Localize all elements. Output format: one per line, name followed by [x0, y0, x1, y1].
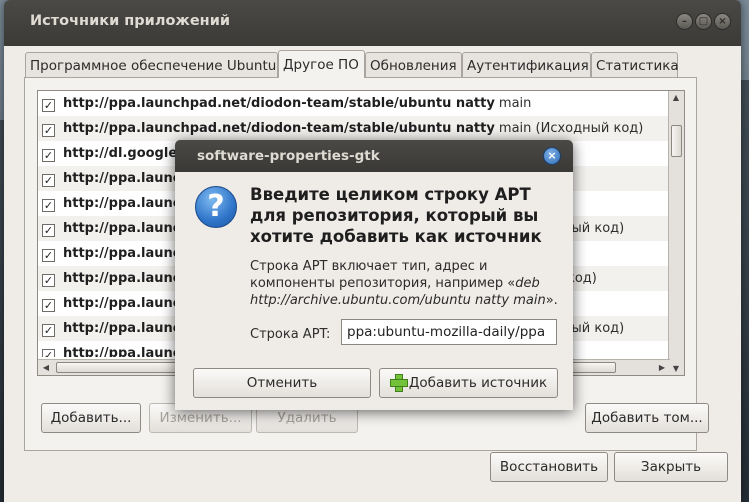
dialog-titlebar[interactable]: software-properties-gtk ×: [175, 140, 573, 172]
source-checkbox[interactable]: ✓: [42, 124, 55, 137]
desc-text: Строка APT включает тип, адрес и компоне…: [250, 259, 516, 291]
source-uri: http://ppa.launchpad.net/diodon-team/sta…: [63, 121, 495, 136]
apt-line-input[interactable]: ppa:ubuntu-mozilla-daily/ppa: [341, 319, 557, 345]
source-components: main (Исходный код): [494, 121, 644, 136]
source-uri: http://ppa.launc: [63, 346, 181, 357]
source-uri: http://dl.google: [63, 146, 178, 161]
source-checkbox[interactable]: ✓: [42, 199, 55, 212]
source-checkbox[interactable]: ✓: [42, 249, 55, 262]
list-item[interactable]: ✓ http://ppa.launchpad.net/diodon-team/st…: [38, 116, 670, 141]
dialog-heading: Введите целиком строку APT для репозитор…: [250, 185, 542, 246]
tab-statistics[interactable]: Статистика: [591, 52, 679, 78]
close-button[interactable]: Закрыть: [614, 452, 728, 482]
dialog-close-icon[interactable]: ×: [543, 147, 561, 165]
source-checkbox[interactable]: ✓: [42, 299, 55, 312]
scroll-right-icon[interactable]: ▶: [655, 363, 669, 372]
source-uri: http://ppa.launc: [63, 221, 181, 236]
close-icon[interactable]: ×: [714, 13, 731, 30]
source-uri: http://ppa.launc: [63, 246, 181, 261]
dialog-description: Строка APT включает тип, адрес и компоне…: [250, 258, 562, 309]
scroll-left-icon[interactable]: ◀: [39, 363, 53, 372]
wallpaper-tree: [741, 80, 749, 502]
vertical-scrollbar[interactable]: ▲ ▼: [668, 91, 684, 375]
add-source-label: Добавить источник: [408, 375, 548, 391]
tab-updates[interactable]: Обновления: [365, 52, 462, 78]
window-titlebar[interactable]: Источники приложений – □ ×: [4, 0, 741, 46]
source-checkbox[interactable]: ✓: [42, 174, 55, 187]
scroll-down-icon[interactable]: ▼: [669, 364, 683, 373]
add-button[interactable]: Добавить...: [41, 403, 141, 433]
question-icon: ?: [195, 186, 237, 228]
add-source-button[interactable]: Добавить источник: [379, 368, 558, 398]
scroll-up-icon[interactable]: ▲: [669, 93, 683, 102]
desc-end: ».: [545, 293, 558, 308]
vertical-scroll-thumb[interactable]: [671, 125, 682, 157]
source-checkbox[interactable]: ✓: [42, 349, 55, 357]
source-uri: http://ppa.launc: [63, 196, 181, 211]
add-volume-button[interactable]: Добавить том...: [585, 403, 709, 433]
source-checkbox[interactable]: ✓: [42, 324, 55, 337]
window-title: Источники приложений: [30, 13, 231, 29]
tab-other-software[interactable]: Другое ПО: [278, 50, 365, 78]
minimize-icon[interactable]: –: [676, 13, 693, 30]
tab-ubuntu-software[interactable]: Программное обеспечение Ubuntu: [25, 52, 278, 78]
maximize-icon[interactable]: □: [695, 13, 712, 30]
source-checkbox[interactable]: ✓: [42, 224, 55, 237]
source-checkbox[interactable]: ✓: [42, 149, 55, 162]
add-source-dialog: software-properties-gtk × ? Введите цели…: [175, 140, 573, 410]
restore-button[interactable]: Восстановить: [490, 452, 608, 482]
tab-authentication[interactable]: Аутентификация: [462, 52, 591, 78]
source-checkbox[interactable]: ✓: [42, 99, 55, 112]
source-uri: http://ppa.launc: [63, 296, 181, 311]
source-uri: http://ppa.launchpad.net/diodon-team/sta…: [63, 96, 495, 111]
source-checkbox[interactable]: ✓: [42, 274, 55, 287]
list-item[interactable]: ✓ http://ppa.launchpad.net/diodon-team/st…: [38, 91, 670, 116]
apt-line-label: Строка APT:: [250, 327, 331, 342]
cancel-button[interactable]: Отменить: [193, 368, 371, 398]
add-plus-icon: [389, 374, 408, 392]
dialog-title: software-properties-gtk: [197, 148, 380, 164]
source-uri: http://ppa.launc: [63, 271, 181, 286]
dialog-body: ? Введите целиком строку APT для репозит…: [175, 172, 573, 410]
source-components: main: [494, 96, 532, 111]
source-uri: http://ppa.launc: [63, 321, 181, 336]
source-uri: http://ppa.launc: [63, 171, 181, 186]
